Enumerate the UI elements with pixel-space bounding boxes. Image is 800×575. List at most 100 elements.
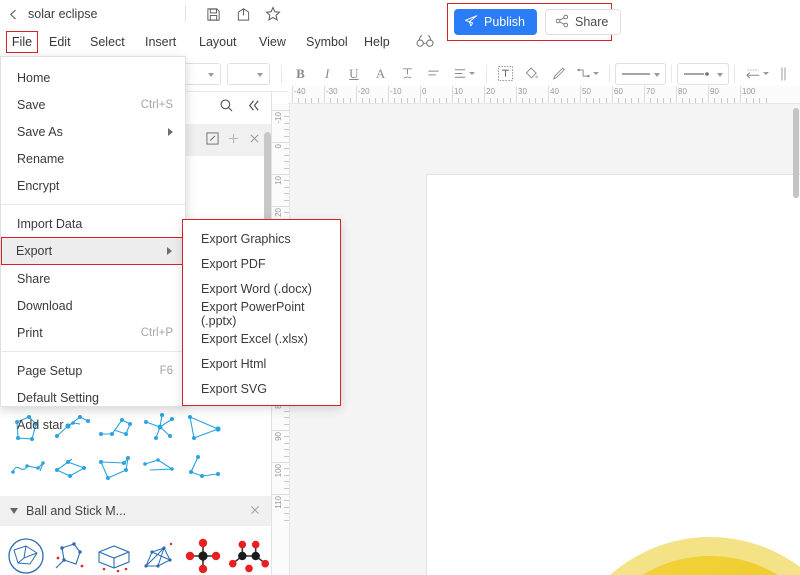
- file-menu-item-download[interactable]: Download: [1, 292, 185, 319]
- file-menu-item-save-as[interactable]: Save As: [1, 118, 185, 145]
- menu-item-view[interactable]: View: [259, 31, 286, 53]
- export-menu-item-svg[interactable]: Export SVG: [183, 376, 340, 401]
- export-menu-item-excel[interactable]: Export Excel (.xlsx): [183, 326, 340, 351]
- constellation-symbol-icon[interactable]: [98, 452, 136, 490]
- ruler-tick-label: 40: [550, 87, 559, 96]
- ruler-tick-label: 30: [518, 87, 527, 96]
- file-menu-item-page-setup[interactable]: Page Setup F6: [1, 357, 185, 384]
- menu-item-symbol[interactable]: Symbol: [306, 31, 348, 53]
- molecule-symbol-icon[interactable]: [94, 534, 134, 575]
- edit-library-icon[interactable]: [206, 132, 219, 148]
- ruler-major-line: [484, 86, 485, 103]
- menu-item-edit[interactable]: Edit: [49, 31, 71, 53]
- line-weight-select[interactable]: [614, 62, 667, 85]
- molecule-symbol-icon[interactable]: [182, 534, 224, 575]
- triangle-down-icon: [10, 508, 18, 514]
- ruler-major-line: [356, 86, 357, 103]
- file-menu-item-share[interactable]: Share: [1, 265, 185, 292]
- collapse-panel-icon[interactable]: [246, 98, 261, 118]
- export-menu-item-word[interactable]: Export Word (.docx): [183, 276, 340, 301]
- text-box-icon[interactable]: [492, 61, 519, 87]
- menu-item-layout[interactable]: Layout: [199, 31, 237, 53]
- menu-item-insert[interactable]: Insert: [145, 31, 176, 53]
- align-icon[interactable]: [421, 61, 448, 87]
- application-window: solar eclipse File Edit Select Insert La…: [0, 0, 800, 575]
- ruler-minor-tick: [284, 129, 289, 131]
- file-menu-item-print[interactable]: Print Ctrl+P: [1, 319, 185, 346]
- save-icon[interactable]: [198, 0, 228, 28]
- line-color-icon[interactable]: [545, 61, 572, 87]
- file-menu-item-home[interactable]: Home: [1, 64, 185, 91]
- export-menu-item-graphics[interactable]: Export Graphics: [183, 226, 340, 251]
- text-style-icon[interactable]: [394, 61, 421, 87]
- ruler-minor-tick: [765, 98, 767, 103]
- constellation-symbol-icon[interactable]: [10, 452, 48, 490]
- file-menu-item-default-setting[interactable]: Default Setting: [1, 384, 185, 411]
- share-button[interactable]: Share: [545, 9, 622, 35]
- ruler-major-line: [272, 462, 289, 463]
- file-menu-item-import-data[interactable]: Import Data: [1, 210, 185, 237]
- canvas-area[interactable]: [290, 104, 800, 575]
- search-icon[interactable]: [219, 98, 234, 118]
- add-symbol-icon[interactable]: [227, 132, 240, 148]
- molecule-symbol-icon[interactable]: [6, 534, 46, 575]
- ruler-minor-tick: [727, 98, 729, 103]
- document-page[interactable]: [427, 175, 800, 575]
- molecule-symbol-icon[interactable]: [138, 534, 178, 575]
- publish-button[interactable]: Publish: [454, 9, 537, 35]
- file-menu-item-encrypt[interactable]: Encrypt: [1, 172, 185, 199]
- font-color-icon[interactable]: A: [367, 61, 394, 87]
- menu-shortcut: F6: [159, 364, 173, 377]
- font-family-select[interactable]: [182, 62, 221, 85]
- ruler-tick-label: 90: [710, 87, 719, 96]
- file-menu-item-export[interactable]: Export: [1, 237, 185, 265]
- molecule-symbol-icon[interactable]: [228, 534, 270, 575]
- horizontal-ruler[interactable]: -40 -30 -20 -10 0 10 20 30 40 50 60 70 80 90 100: [288, 86, 800, 104]
- more-tools-icon[interactable]: [773, 61, 800, 87]
- accordion-ball-and-stick[interactable]: Ball and Stick M...: [0, 496, 271, 526]
- export-menu-item-powerpoint[interactable]: Export PowerPoint (.pptx): [183, 300, 340, 328]
- connector-icon[interactable]: [572, 61, 604, 87]
- binoculars-icon[interactable]: [416, 33, 434, 54]
- chevron-left-icon[interactable]: [0, 0, 26, 28]
- ruler-major-line: [272, 430, 289, 431]
- export-menu-item-pdf[interactable]: Export PDF: [183, 251, 340, 276]
- line-spacing-icon[interactable]: [447, 61, 481, 87]
- font-size-select[interactable]: [226, 62, 271, 85]
- ruler-major-line: [740, 86, 741, 103]
- file-dropdown-menu: Home Save Ctrl+S Save As Rename Encrypt …: [0, 56, 186, 432]
- ruler-tick-label: 60: [614, 87, 623, 96]
- ruler-minor-tick: [284, 417, 289, 419]
- menu-label: Rename: [17, 151, 65, 166]
- arrow-style-icon[interactable]: [740, 61, 774, 87]
- line-style-select[interactable]: [677, 62, 729, 85]
- menu-item-file[interactable]: File: [6, 31, 38, 53]
- close-icon[interactable]: [249, 504, 261, 519]
- file-menu-item-add-star[interactable]: Add star: [1, 411, 185, 438]
- ruler-minor-tick: [284, 410, 289, 412]
- ruler-minor-tick: [284, 449, 289, 451]
- constellation-symbol-icon[interactable]: [54, 452, 92, 490]
- ruler-minor-tick: [631, 98, 633, 103]
- fill-color-icon[interactable]: [519, 61, 546, 87]
- menu-item-select[interactable]: Select: [90, 31, 125, 53]
- italic-icon[interactable]: I: [314, 61, 341, 87]
- menu-item-help[interactable]: Help: [364, 31, 390, 53]
- ruler-minor-tick: [284, 186, 289, 188]
- underline-icon[interactable]: U: [341, 61, 368, 87]
- file-menu-item-rename[interactable]: Rename: [1, 145, 185, 172]
- star-icon[interactable]: [258, 0, 288, 28]
- constellation-symbol-icon[interactable]: [186, 452, 224, 490]
- constellation-symbol-icon[interactable]: [186, 410, 224, 448]
- ruler-major-line: [452, 86, 453, 103]
- ruler-minor-tick: [682, 98, 684, 103]
- export-menu-item-html[interactable]: Export Html: [183, 351, 340, 376]
- molecule-symbol-icon[interactable]: [50, 534, 90, 575]
- file-menu-item-save[interactable]: Save Ctrl+S: [1, 91, 185, 118]
- export-share-icon[interactable]: [228, 0, 258, 28]
- close-library-icon[interactable]: [248, 132, 261, 148]
- bold-icon[interactable]: B: [287, 61, 314, 87]
- canvas-vertical-scrollbar[interactable]: [792, 104, 800, 575]
- constellation-symbol-icon[interactable]: [142, 452, 180, 490]
- ruler-minor-tick: [336, 98, 338, 103]
